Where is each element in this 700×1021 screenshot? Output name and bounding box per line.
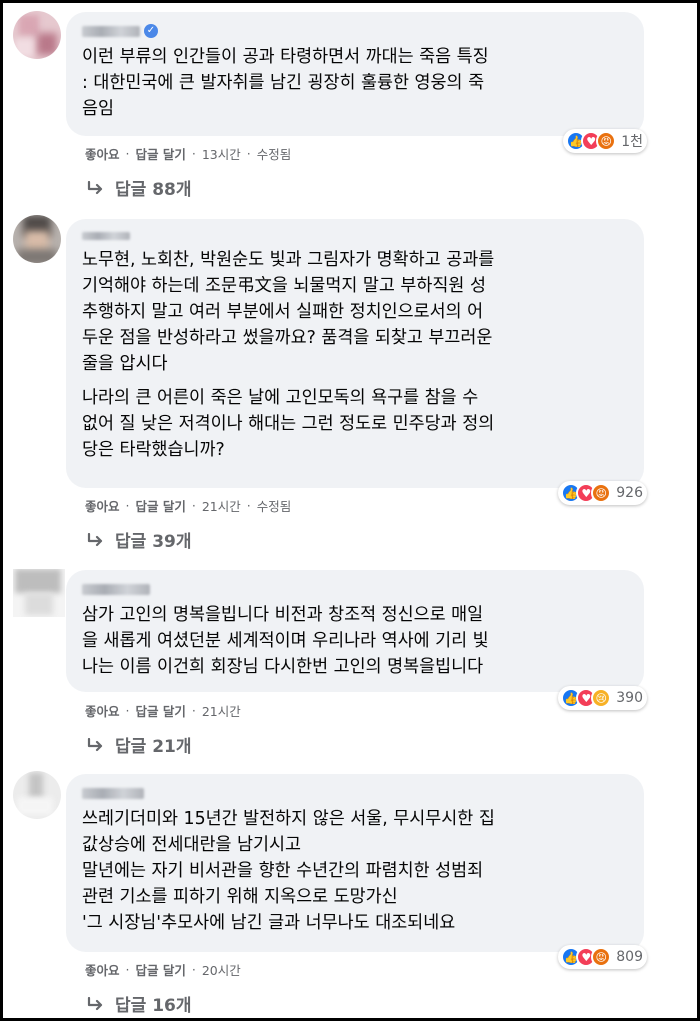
avatar[interactable] <box>13 771 61 819</box>
angry-icon: 😡 <box>591 483 612 503</box>
timestamp[interactable]: 13시간 <box>202 144 241 163</box>
avatar[interactable] <box>13 11 61 59</box>
reaction-count: 926 <box>616 485 643 501</box>
comment-text: 쓰레기더미와 15년간 발전하지 않은 서울, 무시무시한 집 값상승에 전세대… <box>82 809 495 933</box>
author-name[interactable] <box>82 782 630 804</box>
replies-count: 답글 16개 <box>115 996 192 1016</box>
reaction-count: 809 <box>616 949 643 965</box>
comment-bubble: 쓰레기더미와 15년간 발전하지 않은 서울, 무시무시한 집 값상승에 전세대… <box>66 774 644 952</box>
comment-text: 나라의 큰 어른이 죽은 날에 고인모독의 욕구를 참을 수 없어 질 낮은 저… <box>82 388 495 460</box>
like-button[interactable]: 좋아요 <box>85 144 120 163</box>
view-replies-button[interactable]: 답글 88개 <box>87 175 192 200</box>
comment-bubble: ✓ 이런 부류의 인간들이 공과 타령하면서 까대는 죽음 특징 : 대한민국에… <box>66 12 644 136</box>
separator: · <box>125 703 130 718</box>
separator: · <box>191 146 196 161</box>
like-button[interactable]: 좋아요 <box>85 701 120 720</box>
reply-button[interactable]: 답글 달기 <box>136 144 186 163</box>
angry-icon: 😡 <box>591 947 612 967</box>
view-replies-button[interactable]: 답글 16개 <box>87 991 192 1016</box>
reaction-count: 390 <box>616 690 643 706</box>
replies-count: 답글 39개 <box>115 532 192 552</box>
verified-badge-icon: ✓ <box>144 24 158 38</box>
comment-bubble: 삼가 고인의 명복을빕니다 비전과 창조적 정신으로 매일 을 새롭게 여셨던분… <box>66 570 644 692</box>
avatar[interactable] <box>13 569 65 617</box>
comment-section: ✓ 이런 부류의 인간들이 공과 타령하면서 까대는 죽음 특징 : 대한민국에… <box>3 3 697 1018</box>
separator: · <box>246 146 251 161</box>
reply-arrow-icon <box>87 996 105 1011</box>
reaction-count: 1천 <box>621 134 643 150</box>
reaction-summary[interactable]: 👍 ♥ 😡 926 <box>558 481 647 505</box>
sad-icon: 😢 <box>591 688 612 708</box>
timestamp[interactable]: 21시간 <box>202 496 241 515</box>
edited-label: 수정됨 <box>256 147 292 162</box>
reaction-summary[interactable]: 👍 ♥ 😡 809 <box>558 945 647 969</box>
separator: · <box>191 498 196 513</box>
comment-actions: 좋아요 · 답글 달기 · 21시간 · 수정됨 <box>85 496 291 515</box>
reply-arrow-icon <box>87 737 105 752</box>
author-name[interactable]: ✓ <box>82 20 630 42</box>
author-name[interactable] <box>82 227 630 245</box>
separator: · <box>125 146 130 161</box>
reaction-summary[interactable]: 👍 ♥ 😡 1천 <box>563 129 647 153</box>
view-replies-button[interactable]: 답글 39개 <box>87 527 192 552</box>
reply-button[interactable]: 답글 달기 <box>136 960 186 979</box>
timestamp[interactable]: 20시간 <box>202 960 241 979</box>
comment-text: 삼가 고인의 명복을빕니다 비전과 창조적 정신으로 매일 을 새롭게 여셨던분… <box>82 605 489 677</box>
comment-text: 이런 부류의 인간들이 공과 타령하면서 까대는 죽음 특징 : 대한민국에 큰… <box>82 47 489 119</box>
author-name[interactable] <box>82 578 630 600</box>
comment-actions: 좋아요 · 답글 달기 · 13시간 · 수정됨 <box>85 144 291 163</box>
like-button[interactable]: 좋아요 <box>85 960 120 979</box>
comment-bubble: 노무현, 노회찬, 박원순도 빛과 그림자가 명확하고 공과를 기억해야 하는데… <box>66 219 644 488</box>
replies-count: 답글 88개 <box>115 180 192 200</box>
view-replies-button[interactable]: 답글 21개 <box>87 732 192 757</box>
separator: · <box>191 703 196 718</box>
comment-text: 노무현, 노회찬, 박원순도 빛과 그림자가 명확하고 공과를 기억해야 하는데… <box>82 250 495 374</box>
like-button[interactable]: 좋아요 <box>85 496 120 515</box>
angry-icon: 😡 <box>596 131 617 151</box>
separator: · <box>125 962 130 977</box>
replies-count: 답글 21개 <box>115 737 192 757</box>
reply-arrow-icon <box>87 532 105 547</box>
reply-arrow-icon <box>87 180 105 195</box>
separator: · <box>125 498 130 513</box>
edited-label: 수정됨 <box>256 499 292 514</box>
separator: · <box>191 962 196 977</box>
reply-button[interactable]: 답글 달기 <box>136 496 186 515</box>
comment-actions: 좋아요 · 답글 달기 · 21시간 <box>85 701 241 720</box>
timestamp[interactable]: 21시간 <box>202 701 241 720</box>
reaction-summary[interactable]: 👍 ♥ 😢 390 <box>558 686 647 710</box>
avatar[interactable] <box>13 215 61 263</box>
separator: · <box>246 498 251 513</box>
reply-button[interactable]: 답글 달기 <box>136 701 186 720</box>
comment-actions: 좋아요 · 답글 달기 · 20시간 <box>85 960 241 979</box>
